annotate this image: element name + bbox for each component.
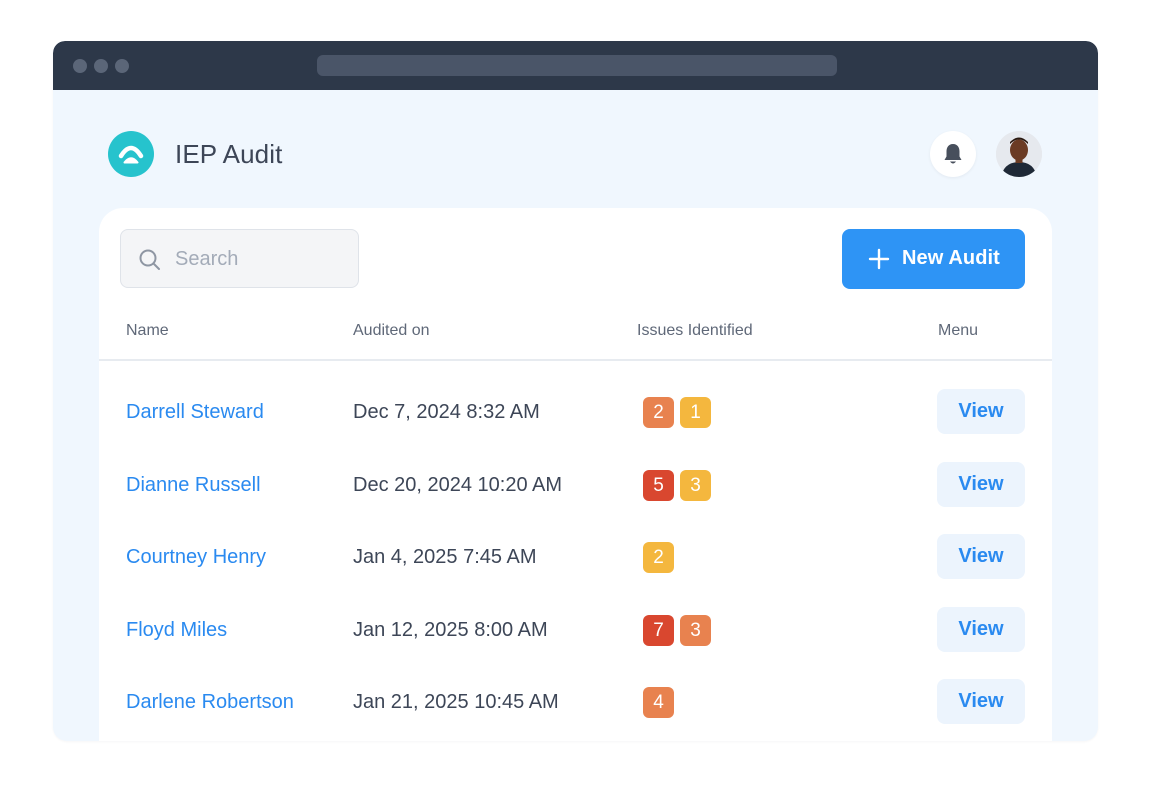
student-name-link[interactable]: Floyd Miles [126, 618, 227, 642]
new-audit-label: New Audit [902, 247, 1000, 269]
user-avatar[interactable] [996, 131, 1042, 177]
column-header-menu: Menu [938, 322, 979, 339]
audit-date: Dec 7, 2024 8:32 AM [353, 401, 540, 423]
address-bar[interactable] [317, 55, 837, 76]
view-button[interactable]: View [937, 534, 1025, 579]
view-button[interactable]: View [937, 607, 1025, 652]
view-button[interactable]: View [937, 389, 1025, 434]
issue-badges: 4 [643, 687, 674, 718]
issue-count-badge: 1 [680, 397, 711, 428]
column-header-issues[interactable]: Issues Identified [637, 321, 753, 341]
table-row: Floyd Miles Jan 12, 2025 8:00 AM 7 3 Vie… [99, 594, 1052, 666]
notifications-button[interactable] [930, 131, 976, 177]
issue-count-badge: 7 [643, 615, 674, 646]
window-close-dot[interactable] [73, 59, 87, 73]
issue-count-badge: 5 [643, 470, 674, 501]
plus-icon [868, 248, 890, 270]
search-input[interactable] [175, 240, 345, 278]
header-divider [99, 359, 1052, 361]
issue-count-badge: 2 [643, 542, 674, 573]
student-name-link[interactable]: Darlene Robertson [126, 690, 294, 714]
audit-date: Jan 4, 2025 7:45 AM [353, 546, 537, 568]
browser-titlebar [53, 41, 1098, 90]
table-row: Courtney Henry Jan 4, 2025 7:45 AM 2 Vie… [99, 521, 1052, 593]
student-name-link[interactable]: Dianne Russell [126, 473, 261, 497]
table-row: Dianne Russell Dec 20, 2024 10:20 AM 5 3… [99, 449, 1052, 521]
audit-date: Jan 12, 2025 8:00 AM [353, 619, 548, 641]
issue-badges: 2 1 [643, 397, 711, 428]
view-button[interactable]: View [937, 679, 1025, 724]
issue-count-badge: 2 [643, 397, 674, 428]
column-header-name[interactable]: Name [126, 321, 169, 341]
issue-badges: 2 [643, 542, 674, 573]
window-maximize-dot[interactable] [115, 59, 129, 73]
issue-badges: 5 3 [643, 470, 711, 501]
student-name-link[interactable]: Courtney Henry [126, 545, 266, 569]
app-logo-icon [108, 131, 154, 177]
audit-date: Jan 21, 2025 10:45 AM [353, 691, 559, 713]
view-button[interactable]: View [937, 462, 1025, 507]
audit-list-card: New Audit Name Audited on Issues Identif… [99, 208, 1052, 741]
issue-count-badge: 3 [680, 615, 711, 646]
app-title: IEP Audit [175, 139, 283, 169]
student-name-link[interactable]: Darrell Steward [126, 400, 264, 424]
search-icon [139, 249, 160, 270]
table-row: Darlene Robertson Jan 21, 2025 10:45 AM … [99, 666, 1052, 738]
audit-date: Dec 20, 2024 10:20 AM [353, 474, 563, 496]
browser-window: IEP Audit New Audit [53, 41, 1098, 741]
table-row: Darrell Steward Dec 7, 2024 8:32 AM 2 1 … [99, 376, 1052, 448]
column-header-audited-on[interactable]: Audited on [353, 321, 430, 341]
issue-count-badge: 3 [680, 470, 711, 501]
issue-count-badge: 4 [643, 687, 674, 718]
new-audit-button[interactable]: New Audit [842, 229, 1025, 289]
issue-badges: 7 3 [643, 615, 711, 646]
search-box [120, 229, 359, 288]
window-minimize-dot[interactable] [94, 59, 108, 73]
bell-icon [944, 144, 962, 164]
